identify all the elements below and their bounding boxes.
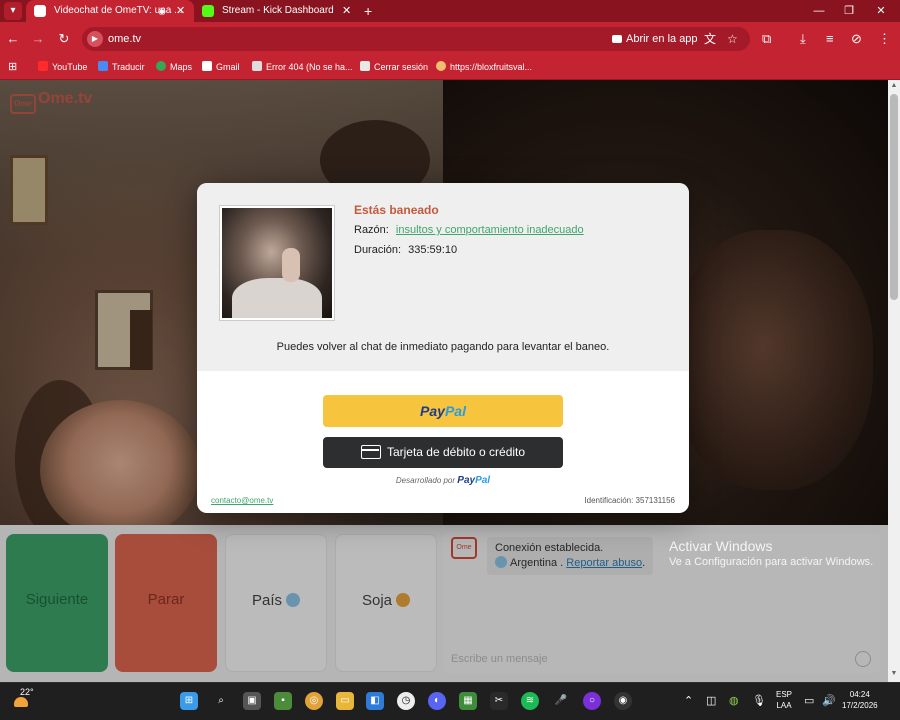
- maps-icon: [156, 61, 166, 71]
- tray-app-icon[interactable]: ◫: [706, 692, 716, 710]
- windows-taskbar: 22° ⊞ ⌕ ▣ ▪ ◎ ▭ ◧ ◷ ◐ ▦ ✂ ≋ 🎤 ○ ◉ ⌃ ◫ ◍ …: [0, 682, 900, 720]
- bookmarks-bar: ⊞ YouTube Traducir Maps Gmail Error 404 …: [0, 56, 900, 80]
- spotify-icon[interactable]: ≋: [521, 692, 539, 710]
- logout-page-icon: [360, 61, 370, 71]
- capcut-icon[interactable]: ✂: [490, 692, 508, 710]
- bookmark-gmail[interactable]: Gmail: [202, 56, 240, 78]
- youtube-icon: [38, 61, 48, 71]
- search-icon[interactable]: ⌕: [212, 692, 230, 710]
- tab-search-button[interactable]: ▾: [4, 2, 22, 20]
- ban-reason: Razón: insultos y comportamiento inadecu…: [354, 224, 584, 236]
- cortana-icon[interactable]: ○: [583, 692, 601, 710]
- ban-reason-link[interactable]: insultos y comportamiento inadecuado: [396, 224, 584, 236]
- scroll-thumb[interactable]: [890, 94, 898, 300]
- back-button[interactable]: ←: [4, 30, 22, 48]
- store-icon[interactable]: ◧: [366, 692, 384, 710]
- tray-chevron-icon[interactable]: ⌃: [684, 692, 693, 710]
- microphone-app-icon[interactable]: 🎤: [552, 692, 570, 710]
- weather-sun-icon: [14, 697, 28, 707]
- close-tab-ometv-icon[interactable]: ✕: [176, 0, 185, 22]
- ometv-favicon-icon: [34, 5, 46, 17]
- gmail-icon: [202, 61, 212, 71]
- bookmark-logout[interactable]: Cerrar sesión: [360, 56, 428, 78]
- bookmark-translate[interactable]: Traducir: [98, 56, 145, 78]
- ban-duration: Duración: 335:59:10: [354, 244, 458, 256]
- bookmark-maps[interactable]: Maps: [156, 56, 192, 78]
- powered-by-paypal: Desarrollado por PayPal: [395, 475, 491, 486]
- bloxfruits-icon: [436, 61, 446, 71]
- recording-icon: ◉: [158, 6, 166, 16]
- kick-favicon-icon: [202, 5, 214, 17]
- ban-dialog: Estás baneado Razón: insultos y comporta…: [197, 183, 689, 513]
- translate-icon[interactable]: 文: [704, 27, 716, 51]
- volume-icon[interactable]: 🔊: [822, 692, 836, 710]
- bookmark-youtube[interactable]: YouTube: [38, 56, 87, 78]
- close-window-button[interactable]: ✕: [866, 0, 896, 22]
- ban-message: Puedes volver al chat de inmediato pagan…: [276, 341, 610, 353]
- scroll-down-arrow-icon[interactable]: ▼: [889, 668, 899, 680]
- chrome-icon[interactable]: ◎: [305, 692, 323, 710]
- bookmark-error-404[interactable]: Error 404 (No se ha...: [252, 56, 353, 78]
- scroll-up-arrow-icon[interactable]: ▲: [889, 80, 899, 92]
- profile-icon[interactable]: ⊘: [851, 30, 862, 48]
- contact-link[interactable]: contacto@ome.tv: [211, 496, 273, 505]
- bookmark-star-icon[interactable]: ☆: [727, 27, 738, 51]
- page-scrollbar[interactable]: ▲ ▼: [888, 80, 900, 682]
- task-view-icon[interactable]: ▣: [243, 692, 261, 710]
- clock-app-icon[interactable]: ◷: [397, 692, 415, 710]
- start-menu-icon[interactable]: ⊞: [180, 692, 198, 710]
- ban-info-section: Estás baneado Razón: insultos y comporta…: [197, 183, 689, 371]
- file-explorer-icon[interactable]: ▭: [336, 692, 354, 710]
- extensions-icon[interactable]: ⧉: [762, 30, 771, 48]
- tray-mic-icon[interactable]: 🎙: [752, 692, 766, 710]
- network-icon[interactable]: ▭: [804, 692, 814, 710]
- forward-button[interactable]: →: [29, 30, 47, 48]
- credit-card-icon: [360, 445, 381, 459]
- translate-bookmark-icon: [98, 61, 108, 71]
- close-tab-kick-icon[interactable]: ✕: [342, 0, 351, 22]
- activate-windows-watermark: Activar Windows Ve a Configuración para …: [669, 538, 874, 568]
- menu-icon[interactable]: ⋮: [878, 30, 891, 48]
- minimize-button[interactable]: —: [804, 0, 834, 22]
- reload-button[interactable]: ↻: [55, 30, 73, 48]
- site-info-icon[interactable]: ▶: [87, 31, 103, 47]
- ban-title: Estás baneado: [354, 203, 439, 217]
- identification-text: Identificación: 357131156: [584, 496, 675, 505]
- paypal-button[interactable]: PayPal: [323, 395, 563, 427]
- apps-grid-icon[interactable]: ⊞: [8, 56, 17, 78]
- card-payment-button[interactable]: Tarjeta de débito o crédito: [323, 437, 563, 468]
- page-icon: [252, 61, 262, 71]
- bookmark-bloxfruits[interactable]: https://bloxfruitsval...: [436, 56, 532, 78]
- tab-strip: ▾ Videochat de OmeTV: una ... ◉ ✕ Stream…: [0, 0, 900, 22]
- tray-shield-icon[interactable]: ◍: [729, 692, 739, 710]
- download-icon[interactable]: ⤓: [800, 30, 806, 48]
- media-control-icon[interactable]: ≡: [826, 30, 834, 48]
- maximize-button[interactable]: ❐: [834, 0, 864, 22]
- url-text: ome.tv: [108, 33, 142, 45]
- app-icon: [612, 35, 622, 43]
- language-indicator[interactable]: ESP LAA: [776, 689, 792, 711]
- discord-icon[interactable]: ◐: [428, 692, 446, 710]
- tab-kick[interactable]: Stream - Kick Dashboard: [194, 0, 344, 22]
- nvidia-icon[interactable]: ▪: [274, 692, 292, 710]
- open-in-app-button[interactable]: Abrir en la app: [612, 27, 698, 51]
- address-bar[interactable]: ▶ ome.tv Abrir en la app 文 ☆: [82, 27, 750, 51]
- minecraft-icon[interactable]: ▦: [459, 692, 477, 710]
- system-clock[interactable]: 04:24 17/2/2026: [842, 689, 878, 711]
- new-tab-button[interactable]: +: [364, 0, 372, 22]
- obs-icon[interactable]: ◉: [614, 692, 632, 710]
- tab-ometv[interactable]: Videochat de OmeTV: una ...: [26, 0, 194, 22]
- browser-toolbar: ← → ↻ ▶ ome.tv Abrir en la app 文 ☆ ⧉ ⤓ ≡…: [0, 22, 900, 56]
- ban-snapshot-image: [219, 205, 335, 321]
